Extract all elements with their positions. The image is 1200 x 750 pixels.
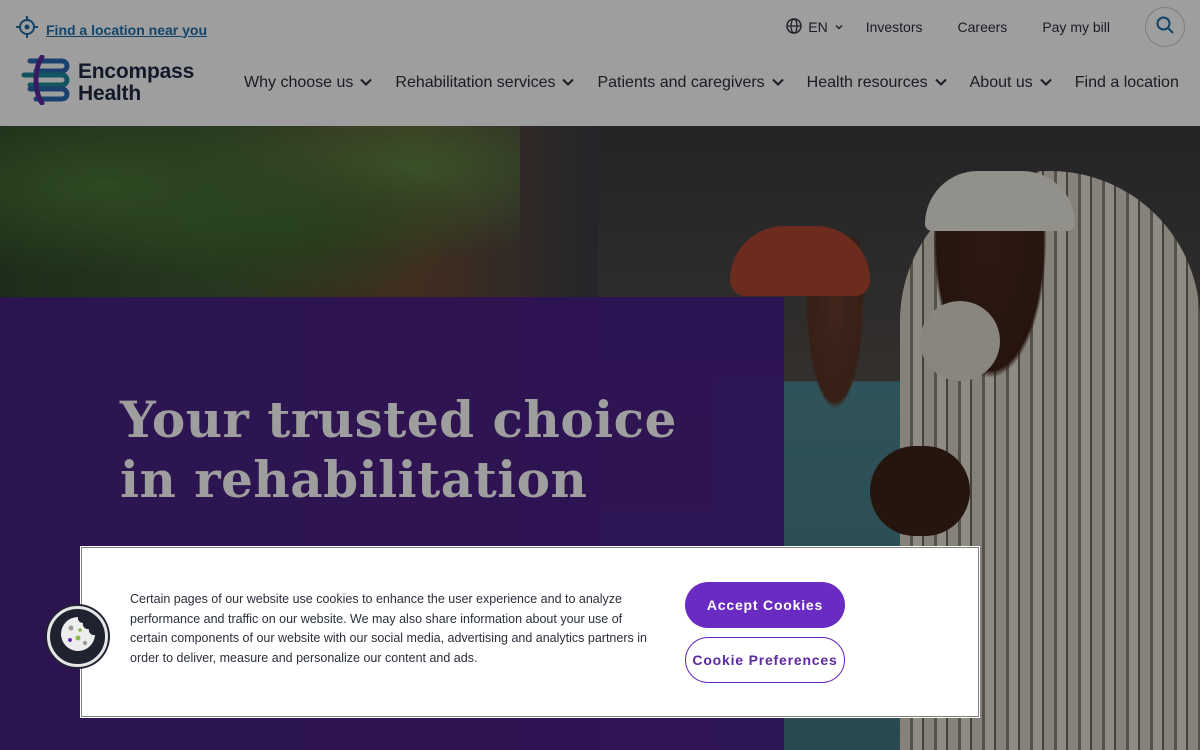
cookie-preferences-button[interactable]: Cookie Preferences [685, 637, 845, 683]
cookie-banner: Certain pages of our website use cookies… [81, 547, 979, 717]
cookie-banner-text: Certain pages of our website use cookies… [130, 592, 647, 665]
cookie-settings-button[interactable] [47, 606, 108, 667]
cookie-icon [58, 614, 98, 659]
accept-cookies-button[interactable]: Accept Cookies [685, 582, 845, 628]
